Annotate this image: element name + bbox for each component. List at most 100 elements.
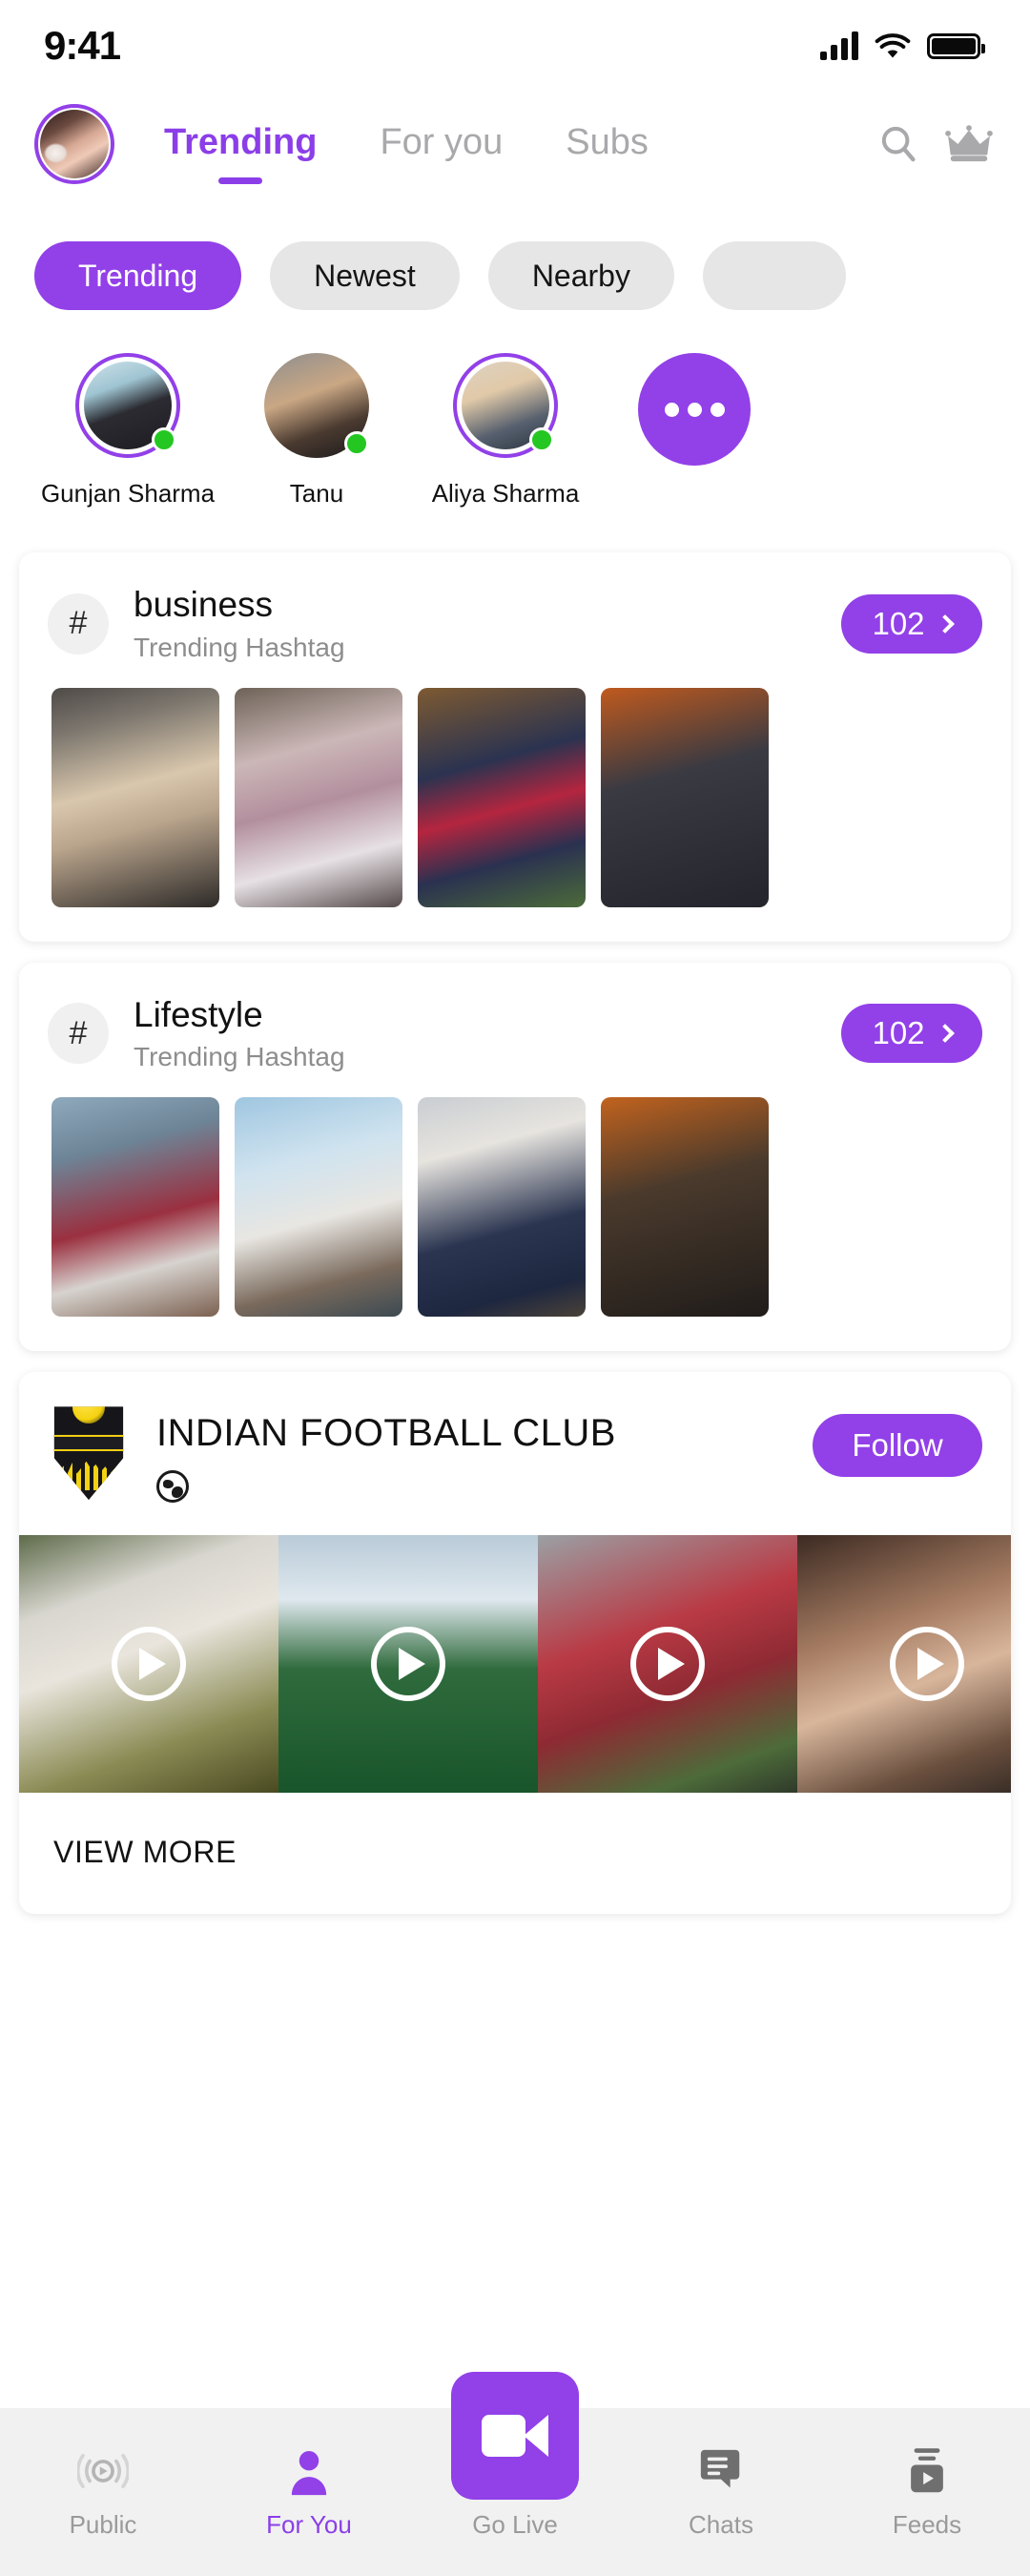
thumbnail[interactable] [235, 1097, 402, 1318]
person-icon [286, 2445, 332, 2497]
story-name: Tanu [289, 479, 344, 508]
nav-label: Chats [689, 2509, 753, 2539]
play-icon[interactable] [630, 1627, 705, 1702]
nav-label: Public [69, 2509, 137, 2539]
hash-icon: # [48, 592, 109, 654]
story-item[interactable]: Gunjan Sharma [41, 353, 215, 509]
video-thumbnail[interactable] [797, 1535, 1011, 1794]
story-ring[interactable] [75, 353, 180, 458]
globe-icon [156, 1470, 189, 1504]
more-stories-button[interactable] [638, 353, 751, 466]
nav-label: Feeds [892, 2509, 962, 2539]
video-thumbnail[interactable] [19, 1535, 278, 1794]
windy-city-rampage-fc-logo [53, 1406, 124, 1501]
broadcast-icon [77, 2445, 129, 2497]
feed-play-icon [905, 2445, 949, 2497]
profile-avatar[interactable] [34, 104, 114, 184]
cellular-signal-icon [820, 31, 858, 60]
search-icon[interactable] [874, 119, 923, 169]
thumbnail[interactable] [52, 687, 219, 907]
chevron-right-icon [935, 613, 955, 634]
hashtag-card-header: # Lifestyle Trending Hashtag 102 [19, 963, 1011, 1098]
story-item[interactable]: Aliya Sharma [432, 353, 579, 509]
hashtag-count-button[interactable]: 102 [841, 593, 982, 654]
filter-chip-row[interactable]: Trending Newest Nearby [0, 197, 1030, 321]
hashtag-count-button[interactable]: 102 [841, 1004, 982, 1064]
thumbnail[interactable] [418, 1097, 586, 1318]
club-video-row[interactable] [19, 1535, 1011, 1794]
club-card-header: INDIAN FOOTBALL CLUB Follow [19, 1372, 1011, 1504]
hashtag-card-header: # business Trending Hashtag 102 [19, 552, 1011, 688]
app-screen: 9:41 Trending For you Subs Trending Newe… [0, 0, 1030, 2576]
thumbnail[interactable] [601, 1097, 769, 1318]
thumbnail[interactable] [418, 687, 586, 907]
chip-overflow[interactable] [702, 241, 846, 310]
video-thumbnail[interactable] [538, 1535, 797, 1794]
status-bar-time: 9:41 [44, 23, 121, 68]
club-card[interactable]: INDIAN FOOTBALL CLUB Follow VIEW MORE [19, 1372, 1011, 1915]
chip-newest[interactable]: Newest [270, 241, 460, 310]
app-header: Trending For you Subs [0, 92, 1030, 197]
hashtag-title: Lifestyle [134, 994, 263, 1034]
play-icon[interactable] [890, 1627, 964, 1702]
story-name: Aliya Sharma [431, 479, 580, 508]
stories-row[interactable]: Gunjan Sharma Tanu Aliya Sharma [0, 321, 1030, 509]
hashtag-card-text: Lifestyle Trending Hashtag [109, 995, 841, 1073]
thumbnail[interactable] [235, 687, 402, 907]
chevron-right-icon [935, 1024, 955, 1044]
wifi-icon [875, 33, 911, 58]
nav-item-public[interactable]: Public [0, 2445, 206, 2540]
view-more-button[interactable]: VIEW MORE [19, 1793, 1011, 1914]
tab-trending[interactable]: Trending [164, 122, 317, 167]
header-actions [874, 119, 998, 169]
nav-label: Go Live [472, 2509, 558, 2539]
hashtag-subtitle: Trending Hashtag [134, 632, 345, 662]
tab-for-you[interactable]: For you [380, 122, 503, 167]
status-bar: 9:41 [0, 0, 1030, 92]
online-dot [152, 427, 176, 452]
video-thumbnail[interactable] [278, 1535, 538, 1794]
club-logo [48, 1401, 130, 1501]
battery-icon [927, 32, 985, 59]
nav-label: For You [266, 2509, 352, 2539]
online-dot [344, 431, 369, 456]
thumbnail[interactable] [52, 1097, 219, 1318]
play-icon[interactable] [371, 1627, 445, 1702]
thumbnail[interactable] [601, 687, 769, 907]
hashtag-subtitle: Trending Hashtag [134, 1042, 345, 1072]
story-more-item[interactable] [635, 353, 753, 509]
logo-skyline [59, 1461, 118, 1491]
follow-button[interactable]: Follow [813, 1414, 982, 1478]
tab-subs[interactable]: Subs [566, 122, 649, 167]
hashtag-title: business [134, 585, 274, 624]
nav-item-feeds[interactable]: Feeds [824, 2445, 1030, 2540]
chip-nearby[interactable]: Nearby [487, 241, 674, 310]
logo-band [53, 1435, 124, 1452]
video-camera-icon [482, 2415, 548, 2457]
status-bar-indicators [820, 31, 985, 60]
hashtag-thumbnail-row[interactable] [19, 687, 1011, 942]
hashtag-count: 102 [872, 605, 925, 641]
top-tab-bar: Trending For you Subs [114, 122, 874, 167]
hashtag-count: 102 [872, 1015, 925, 1051]
chip-trending[interactable]: Trending [34, 241, 242, 310]
online-dot [529, 427, 554, 452]
hashtag-thumbnail-row[interactable] [19, 1097, 1011, 1351]
hashtag-card-lifestyle[interactable]: # Lifestyle Trending Hashtag 102 [19, 962, 1011, 1352]
bottom-navigation-bar: Public For You Go Live Chats Feeds [0, 2372, 1030, 2576]
club-name: INDIAN FOOTBALL CLUB [156, 1412, 616, 1455]
hashtag-card-text: business Trending Hashtag [109, 585, 841, 663]
hashtag-card-business[interactable]: # business Trending Hashtag 102 [19, 552, 1011, 942]
nav-item-chats[interactable]: Chats [618, 2445, 824, 2540]
story-ring[interactable] [264, 353, 369, 458]
go-live-button[interactable] [451, 2372, 579, 2500]
club-meta: INDIAN FOOTBALL CLUB [130, 1401, 813, 1504]
nav-item-for-you[interactable]: For You [206, 2445, 412, 2540]
play-icon[interactable] [112, 1627, 186, 1702]
story-item[interactable]: Tanu [258, 353, 376, 509]
chat-bubble-icon [697, 2445, 745, 2497]
crown-icon[interactable] [944, 119, 994, 169]
story-name: Gunjan Sharma [40, 479, 216, 508]
hash-icon: # [48, 1003, 109, 1065]
story-ring[interactable] [453, 353, 558, 458]
